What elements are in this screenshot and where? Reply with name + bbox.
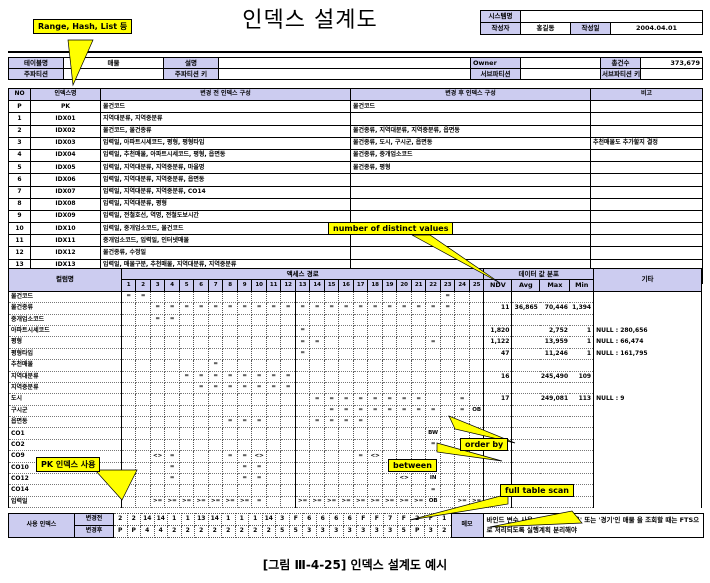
callout-partition-type: Range, Hash, List 등 bbox=[33, 19, 133, 34]
index-design-sheet: 인덱스 설계도 시스템명 작성자 홍길동 작성일 2004.04.01 테이블명… bbox=[0, 0, 710, 583]
callout-ndv: number of distinct values bbox=[328, 222, 454, 235]
callout-between: between bbox=[388, 459, 437, 472]
callout-full-table-scan: full table scan bbox=[500, 484, 574, 497]
callout-pointers bbox=[67, 39, 583, 528]
callout-order-by: order by bbox=[460, 438, 509, 451]
callout-pk-index: PK 인덱스 사용 bbox=[36, 457, 101, 472]
